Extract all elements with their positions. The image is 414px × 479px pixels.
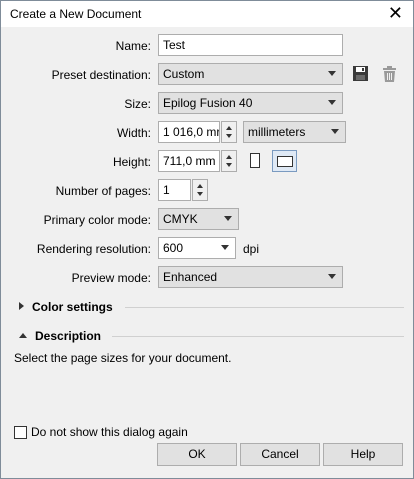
spinner-up-icon[interactable] [226, 126, 232, 130]
number-of-pages-label: Number of pages: [55, 184, 151, 198]
landscape-orientation-icon [277, 156, 293, 167]
dont-show-again-checkbox[interactable] [14, 426, 27, 439]
spinner-down-icon[interactable] [197, 192, 203, 196]
color-settings-toggle[interactable]: Color settings [19, 300, 113, 314]
close-icon[interactable]: ✕ [388, 3, 403, 23]
primary-color-mode-label: Primary color mode: [43, 213, 151, 227]
section-divider [125, 307, 404, 308]
size-value: Epilog Fusion 40 [163, 96, 253, 110]
preview-mode-label: Preview mode: [71, 271, 151, 285]
chevron-down-icon [328, 100, 336, 105]
size-label: Size: [124, 97, 151, 111]
description-text: Select the page sizes for your document. [14, 351, 232, 365]
primary-color-mode-value: CMYK [163, 212, 198, 226]
name-label: Name: [115, 39, 151, 53]
chevron-down-icon [331, 129, 339, 134]
width-value: 1 016,0 mr [163, 125, 220, 139]
preset-destination-dropdown[interactable]: Custom [158, 63, 343, 85]
chevron-down-icon [328, 274, 336, 279]
preview-mode-value: Enhanced [163, 270, 218, 284]
collapse-arrow-icon [19, 333, 27, 338]
number-of-pages-input[interactable]: 1 [158, 179, 191, 201]
preview-mode-dropdown[interactable]: Enhanced [158, 266, 343, 288]
ok-button[interactable]: OK [157, 443, 237, 466]
preset-destination-value: Custom [163, 67, 205, 81]
expand-arrow-icon [19, 302, 24, 310]
save-preset-icon[interactable] [352, 65, 369, 82]
delete-preset-icon[interactable] [381, 65, 398, 83]
rendering-resolution-combo[interactable]: 600 [158, 237, 236, 259]
section-divider [112, 336, 404, 337]
units-dropdown[interactable]: millimeters [243, 121, 346, 143]
width-spinner[interactable] [221, 121, 237, 143]
height-value: 711,0 mm [163, 154, 216, 168]
spinner-down-icon[interactable] [226, 163, 232, 167]
spinner-up-icon[interactable] [226, 155, 232, 159]
color-settings-heading: Color settings [32, 300, 113, 314]
rendering-resolution-label: Rendering resolution: [36, 242, 151, 256]
portrait-orientation-icon[interactable] [249, 152, 261, 169]
spinner-down-icon[interactable] [226, 134, 232, 138]
description-toggle[interactable]: Description [19, 329, 101, 343]
pages-spinner[interactable] [192, 179, 208, 201]
new-document-dialog: Create a New Document ✕ Name: Test Prese… [0, 0, 414, 479]
height-spinner[interactable] [221, 150, 237, 172]
resolution-unit-label: dpi [243, 242, 260, 256]
units-value: millimeters [248, 125, 306, 139]
width-label: Width: [116, 126, 151, 140]
height-label: Height: [112, 155, 151, 169]
chevron-down-icon [328, 71, 336, 76]
dont-show-again-label: Do not show this dialog again [31, 425, 188, 439]
preset-destination-label: Preset destination: [51, 68, 151, 82]
cancel-button[interactable]: Cancel [240, 443, 320, 466]
size-dropdown[interactable]: Epilog Fusion 40 [158, 92, 343, 114]
name-value: Test [163, 38, 186, 52]
width-input[interactable]: 1 016,0 mr [158, 121, 220, 143]
name-input[interactable]: Test [158, 34, 343, 56]
dialog-title: Create a New Document [10, 7, 142, 21]
primary-color-mode-dropdown[interactable]: CMYK [158, 208, 239, 230]
description-heading: Description [35, 329, 102, 343]
rendering-resolution-value: 600 [163, 241, 184, 255]
number-of-pages-value: 1 [163, 183, 170, 197]
spinner-up-icon[interactable] [197, 184, 203, 188]
help-button[interactable]: Help [323, 443, 403, 466]
chevron-down-icon [224, 216, 232, 221]
chevron-down-icon [221, 245, 229, 250]
landscape-orientation-button[interactable] [272, 150, 297, 172]
title-bar: Create a New Document ✕ [1, 1, 413, 27]
height-input[interactable]: 711,0 mm [158, 150, 220, 172]
